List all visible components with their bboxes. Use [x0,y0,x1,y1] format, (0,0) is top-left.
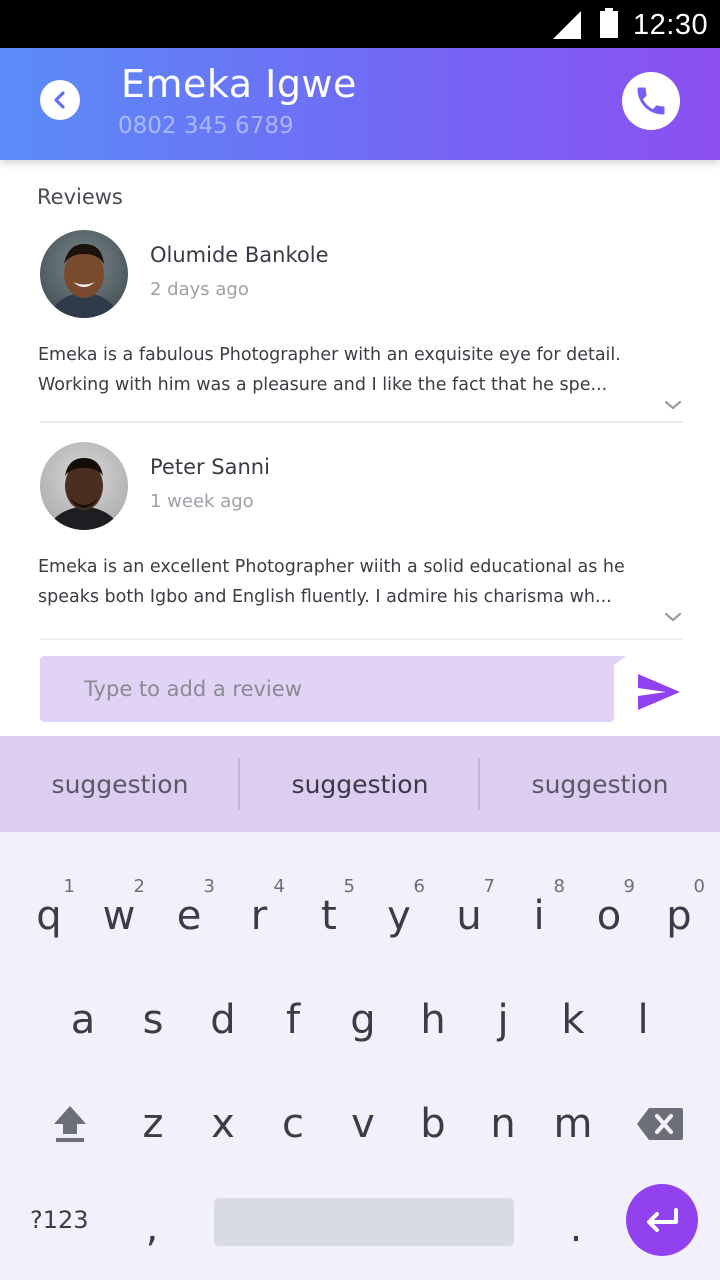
shift-icon [54,1106,86,1142]
key-label: r [250,893,268,939]
key-label: w [102,893,136,939]
key-g[interactable]: g [331,980,395,1060]
back-button[interactable] [40,80,80,120]
shift-key[interactable] [38,1084,102,1164]
reviews-heading: Reviews [37,185,123,209]
backspace-key[interactable] [628,1084,692,1164]
divider [40,421,683,423]
key-t[interactable]: t5 [297,876,361,956]
reviewer-name: Olumide Bankole [150,243,329,267]
space-key[interactable] [214,1198,514,1246]
key-a[interactable]: a [51,980,115,1060]
contact-phone: 0802 345 6789 [118,113,294,139]
key-period[interactable]: . [544,1188,608,1268]
symbols-key[interactable]: ?123 [30,1206,89,1234]
review-text-line: Emeka is a fabulous Photographer with an… [38,345,621,365]
review-text-line: speaks both Igbo and English fluently. I… [38,587,612,607]
key-hint: 4 [273,876,285,897]
key-j[interactable]: j [471,980,535,1060]
key-label: o [596,893,622,939]
key-label: t [321,893,337,939]
key-z[interactable]: z [121,1084,185,1164]
signal-icon [553,11,581,39]
key-u[interactable]: u7 [437,876,501,956]
contact-name: Emeka Igwe [121,62,357,106]
review-time: 2 days ago [150,279,249,300]
key-m[interactable]: m [541,1084,605,1164]
key-i[interactable]: i8 [507,876,571,956]
status-time: 12:30 [633,9,709,41]
key-k[interactable]: k [541,980,605,1060]
suggestion-item[interactable]: suggestion [0,736,240,832]
key-hint: 7 [483,876,495,897]
send-icon[interactable] [636,672,682,712]
key-label: p [666,893,692,939]
key-w[interactable]: w2 [87,876,151,956]
key-o[interactable]: o9 [577,876,641,956]
key-hint: 5 [343,876,355,897]
key-hint: 8 [553,876,565,897]
reviewer-avatar [40,442,128,530]
chevron-left-icon [54,91,65,109]
review-card: Peter Sanni 1 week ago Emeka is an excel… [38,442,683,642]
input-tail [610,656,626,668]
key-label: q [36,893,62,939]
key-n[interactable]: n [471,1084,535,1164]
review-text-line: Emeka is an excellent Photographer wiith… [38,557,625,577]
chevron-down-icon[interactable] [663,398,683,412]
suggestion-item[interactable]: suggestion [480,736,720,832]
key-hint: 3 [203,876,215,897]
key-hint: 0 [693,876,705,897]
keyboard: q1 w2 e3 r4 t5 y6 u7 i8 o9 p0 a s d f g … [0,832,720,1280]
key-hint: 2 [133,876,145,897]
enter-key[interactable] [626,1184,698,1256]
key-c[interactable]: c [261,1084,325,1164]
call-button[interactable] [622,72,680,130]
review-input[interactable] [40,656,614,722]
status-bar: 12:30 [0,0,720,48]
key-x[interactable]: x [191,1084,255,1164]
key-e[interactable]: e3 [157,876,221,956]
review-card: Olumide Bankole 2 days ago Emeka is a fa… [38,230,683,425]
key-comma[interactable]: , [120,1188,184,1268]
key-v[interactable]: v [331,1084,395,1164]
divider [40,638,683,640]
review-text: Emeka is an excellent Photographer wiith… [38,552,678,612]
key-d[interactable]: d [191,980,255,1060]
review-time: 1 week ago [150,491,254,512]
key-f[interactable]: f [261,980,325,1060]
key-label: e [176,893,202,939]
key-hint: 9 [623,876,635,897]
key-label: i [533,893,545,939]
key-q[interactable]: q1 [17,876,81,956]
key-label: u [456,893,482,939]
review-text: Emeka is a fabulous Photographer with an… [38,340,678,400]
key-h[interactable]: h [401,980,465,1060]
review-text-line: Working with him was a pleasure and I li… [38,375,608,395]
suggestion-bar: suggestion suggestion suggestion [0,736,720,832]
chevron-down-icon[interactable] [663,610,683,624]
key-hint: 6 [413,876,425,897]
review-input-container [40,656,626,722]
contact-header: Emeka Igwe 0802 345 6789 [0,48,720,160]
key-r[interactable]: r4 [227,876,291,956]
key-hint: 1 [63,876,75,897]
battery-icon [600,8,618,38]
phone-icon [637,87,665,115]
reviewer-name: Peter Sanni [150,455,270,479]
enter-icon [647,1208,678,1232]
reviewer-avatar [40,230,128,318]
key-p[interactable]: p0 [647,876,711,956]
key-label: y [387,893,411,939]
backspace-icon [637,1108,683,1140]
key-s[interactable]: s [121,980,185,1060]
key-b[interactable]: b [401,1084,465,1164]
suggestion-item[interactable]: suggestion [240,736,480,832]
key-l[interactable]: l [611,980,675,1060]
key-y[interactable]: y6 [367,876,431,956]
